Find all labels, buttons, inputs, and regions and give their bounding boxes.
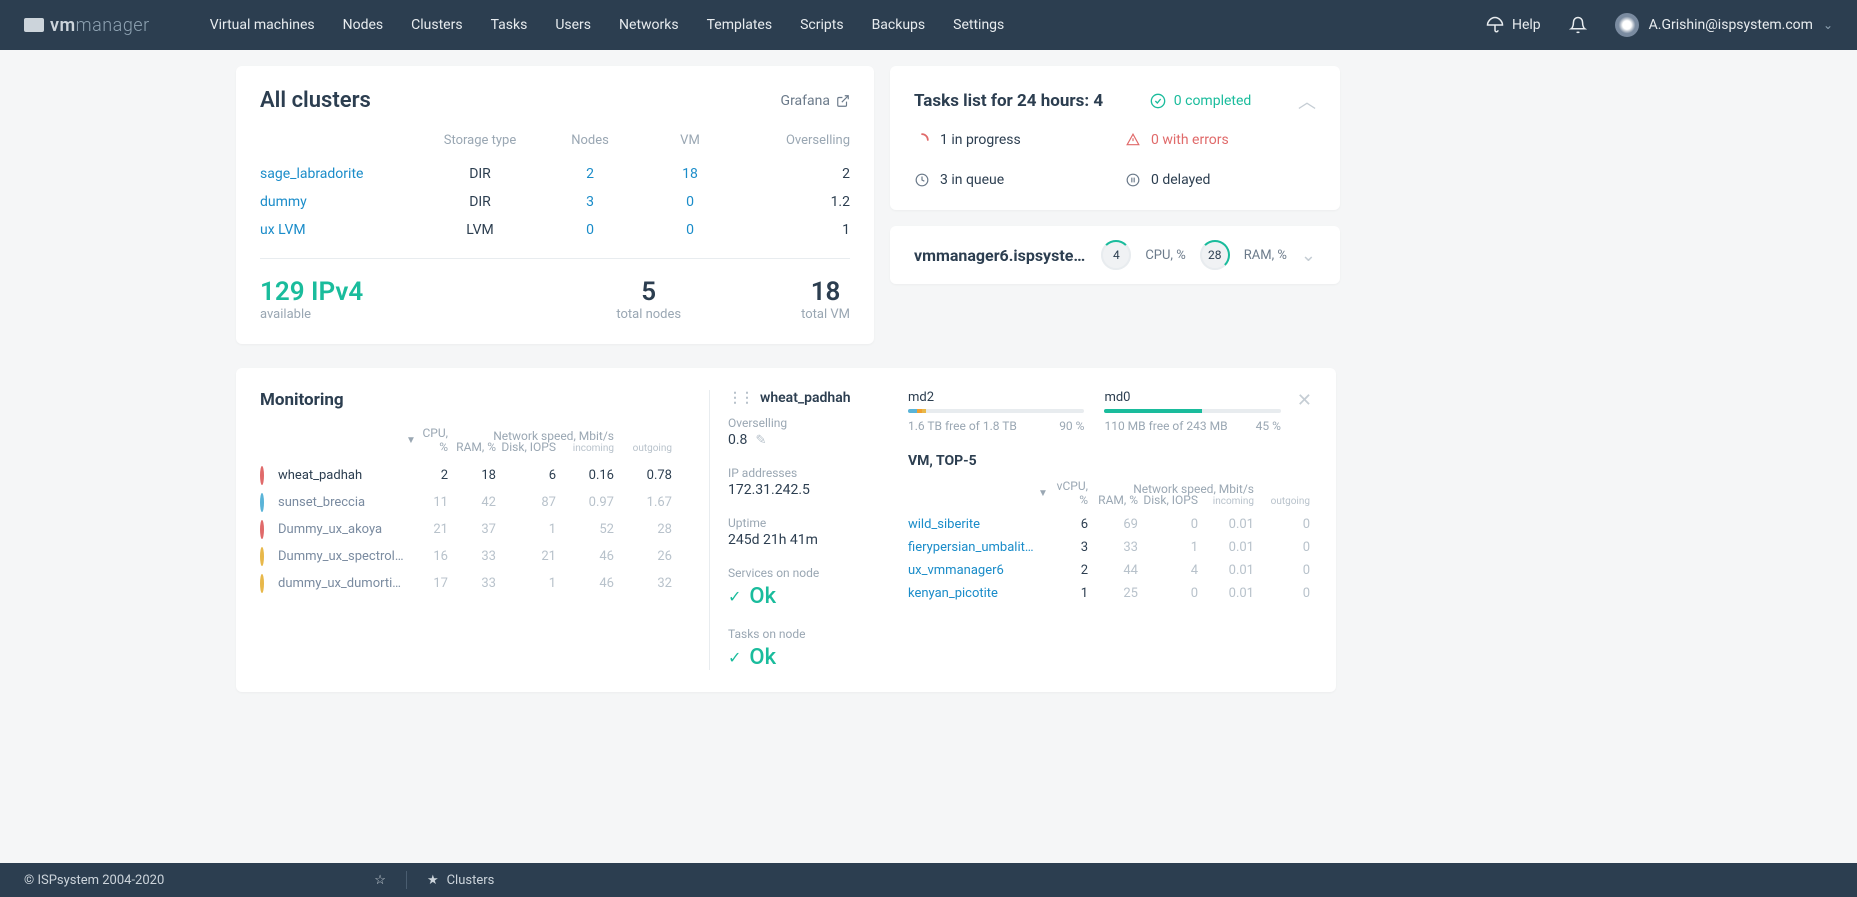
- breadcrumb[interactable]: ★ Clusters: [427, 873, 494, 888]
- cpu-gauge: 4: [1101, 240, 1131, 270]
- cluster-link[interactable]: dummy: [260, 194, 420, 210]
- expand-icon[interactable]: ⌄: [1301, 245, 1316, 266]
- nav-settings[interactable]: Settings: [953, 17, 1004, 33]
- monitoring-row[interactable]: Dummy_ux_spectrolite 1633214626: [260, 543, 691, 570]
- node-summary-card: vmmanager6.ispsystem... 4 CPU, % 28 RAM,…: [890, 226, 1340, 284]
- tasks-card: Tasks list for 24 hours: 4 0 completed ︿…: [890, 66, 1340, 210]
- footer: © ISPsystem 2004-2020 ☆ ★ Clusters: [0, 863, 1857, 897]
- tasks-completed: 0 completed: [1174, 93, 1252, 109]
- drag-handle-icon[interactable]: ⋮⋮: [728, 390, 752, 406]
- status-dot-icon: [260, 493, 264, 512]
- tasks-title: Tasks list for 24 hours: 4: [914, 91, 1103, 111]
- vm-top5-title: VM, TOP-5: [908, 453, 977, 469]
- star-outline-icon[interactable]: ☆: [374, 873, 386, 888]
- cluster-row: sage_labradorite DIR 2 18 2: [260, 160, 850, 188]
- tasks-queue: 3 in queue: [914, 172, 1105, 188]
- nav-templates[interactable]: Templates: [707, 17, 773, 33]
- warning-icon: [1126, 133, 1140, 147]
- tasks-delayed: 0 delayed: [1125, 172, 1316, 188]
- ram-gauge: 28: [1200, 240, 1230, 270]
- cluster-row: ux LVM LVM 0 0 1: [260, 216, 850, 244]
- nav-backups[interactable]: Backups: [872, 17, 926, 33]
- monitoring-card: Monitoring ▼CPU, % RAM, % Disk, IOPS Net…: [236, 368, 1336, 692]
- disk-md0: md0 110 MB free of 243 MB45 %: [1104, 390, 1280, 433]
- cluster-link[interactable]: sage_labradorite: [260, 166, 420, 182]
- all-clusters-card: All clusters Grafana Storage type Nodes …: [236, 66, 874, 344]
- chevron-down-icon: ⌄: [1823, 18, 1833, 32]
- clusters-summary: 129 IPv4 available 5 total nodes 18 tota…: [260, 277, 850, 322]
- nav-users[interactable]: Users: [555, 17, 591, 33]
- spinner-icon: [915, 133, 929, 147]
- status-dot-icon: [260, 520, 264, 539]
- top-navbar: vmmanager Virtual machines Nodes Cluster…: [0, 0, 1857, 50]
- monitoring-table-head: ▼CPU, % RAM, % Disk, IOPS Network speed,…: [260, 426, 691, 454]
- monitoring-row[interactable]: wheat_padhah 21860.160.78: [260, 462, 691, 489]
- disk-md2: md2 1.6 TB free of 1.8 TB90 %: [908, 390, 1084, 433]
- monitoring-row[interactable]: sunset_breccia 1142870.971.67: [260, 489, 691, 516]
- star-filled-icon: ★: [427, 873, 439, 888]
- copyright: © ISPsystem 2004-2020: [24, 873, 164, 888]
- external-link-icon: [836, 94, 850, 108]
- user-menu[interactable]: A.Grishin@ispsystem.com ⌄: [1615, 13, 1833, 37]
- logo-text: vmmanager: [50, 15, 150, 36]
- monitoring-row[interactable]: Dummy_ux_akoya 213715228: [260, 516, 691, 543]
- ipv4-count: 129 IPv4: [260, 277, 363, 307]
- notifications-icon[interactable]: [1569, 16, 1587, 34]
- grafana-link[interactable]: Grafana: [781, 93, 850, 109]
- ip-address: 172.31.242.5: [728, 482, 878, 498]
- total-nodes: 5: [616, 277, 681, 307]
- tasks-status: ✓Ok: [728, 645, 878, 670]
- tasks-in-progress: 1 in progress: [914, 132, 1105, 148]
- vm-table-head: ▼vCPU, % RAM, % Disk, IOPS Network speed…: [908, 479, 1312, 507]
- check-circle-icon: [1150, 93, 1166, 109]
- status-dot-icon: [260, 547, 264, 566]
- help-link[interactable]: Help: [1486, 16, 1541, 34]
- nav-clusters[interactable]: Clusters: [411, 17, 462, 33]
- vm-row: kenyan_picotite 12500.010: [908, 582, 1312, 605]
- nav-scripts[interactable]: Scripts: [800, 17, 843, 33]
- node-summary-name: vmmanager6.ispsystem...: [914, 246, 1087, 265]
- all-clusters-title: All clusters: [260, 88, 371, 113]
- main-nav: Virtual machines Nodes Clusters Tasks Us…: [210, 17, 1486, 33]
- nav-tasks[interactable]: Tasks: [491, 17, 528, 33]
- monitoring-row[interactable]: dummy_ux_dumortier... 173314632: [260, 570, 691, 597]
- uptime: 245d 21h 41m: [728, 532, 878, 548]
- user-email: A.Grishin@ispsystem.com: [1649, 17, 1813, 33]
- monitoring-title: Monitoring: [260, 390, 691, 410]
- edit-icon[interactable]: ✎: [755, 433, 766, 448]
- page-content: All clusters Grafana Storage type Nodes …: [0, 50, 1857, 368]
- vm-row: wild_siberite 66900.010: [908, 513, 1312, 536]
- topbar-right: Help A.Grishin@ispsystem.com ⌄: [1486, 13, 1833, 37]
- cluster-link[interactable]: ux LVM: [260, 222, 420, 238]
- help-label: Help: [1512, 17, 1541, 33]
- vm-row: fierypersian_umbalite_ux 33310.010: [908, 536, 1312, 559]
- cluster-row: dummy DIR 3 0 1.2: [260, 188, 850, 216]
- status-dot-icon: [260, 466, 264, 485]
- app-logo[interactable]: vmmanager: [24, 15, 150, 36]
- nav-networks[interactable]: Networks: [619, 17, 679, 33]
- status-dot-icon: [260, 574, 264, 593]
- nav-virtual-machines[interactable]: Virtual machines: [210, 17, 315, 33]
- vm-row: ux_vmmanager6 24440.010: [908, 559, 1312, 582]
- clusters-table-head: Storage type Nodes VM Overselling: [260, 133, 850, 148]
- services-status: ✓Ok: [728, 584, 878, 609]
- total-vm: 18: [801, 277, 850, 307]
- clock-icon: [915, 173, 929, 187]
- nav-nodes[interactable]: Nodes: [343, 17, 384, 33]
- logo-icon: [24, 18, 44, 32]
- collapse-icon[interactable]: ︿: [1298, 88, 1316, 114]
- close-icon[interactable]: ✕: [1297, 390, 1312, 411]
- pause-circle-icon: [1126, 173, 1140, 187]
- avatar: [1615, 13, 1639, 37]
- tasks-errors: 0 with errors: [1125, 132, 1316, 148]
- node-detail-name: wheat_padhah: [760, 390, 851, 406]
- umbrella-icon: [1486, 16, 1504, 34]
